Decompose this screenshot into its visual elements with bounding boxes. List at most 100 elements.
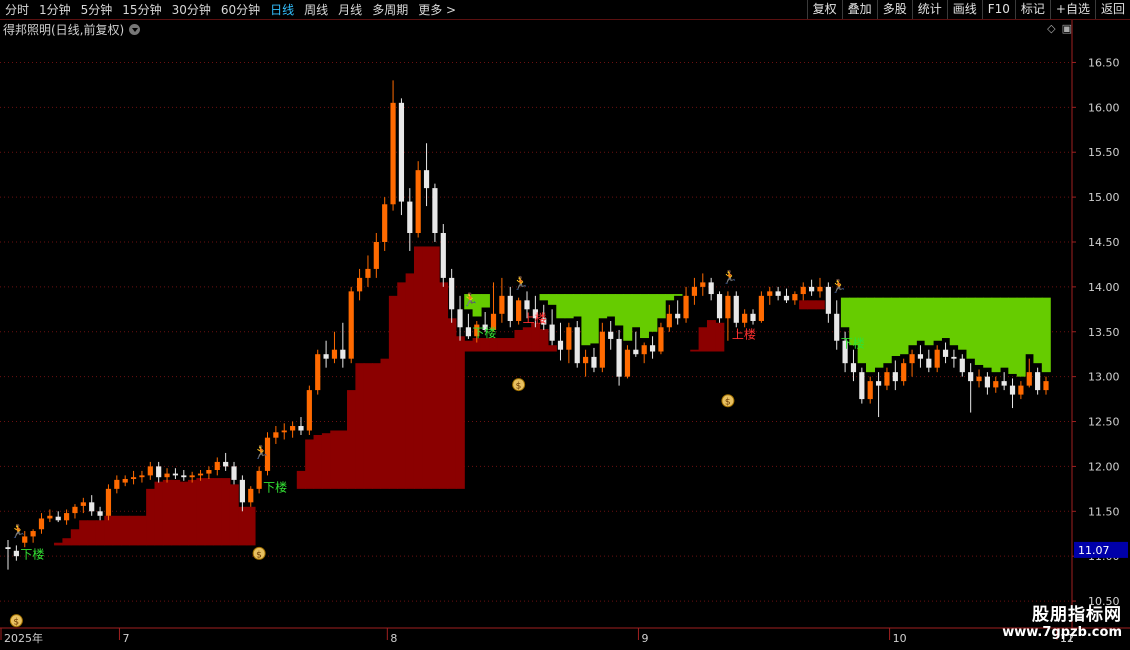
resistance-zone-bar bbox=[941, 297, 951, 339]
support-zone-bar bbox=[321, 433, 331, 489]
resistance-zone-bar bbox=[983, 297, 993, 368]
signal-label: 下楼 bbox=[841, 336, 865, 351]
candle-body bbox=[407, 201, 413, 234]
candle-body bbox=[616, 338, 622, 377]
candle-body bbox=[306, 390, 312, 431]
candle-body bbox=[457, 309, 463, 328]
candle-body bbox=[716, 294, 723, 319]
candle-body bbox=[608, 331, 614, 339]
support-zone-bar bbox=[238, 506, 248, 546]
y-tick-label: 11.50 bbox=[1088, 505, 1120, 518]
resistance-zone-bar bbox=[564, 294, 574, 319]
resistance-zone-bar bbox=[589, 294, 599, 344]
candle-body bbox=[817, 286, 823, 292]
candle-body bbox=[13, 550, 19, 557]
candle-body bbox=[942, 349, 949, 357]
candle-body bbox=[641, 345, 647, 355]
candle-body bbox=[231, 466, 237, 480]
candle-body bbox=[850, 363, 857, 373]
candle-body bbox=[181, 475, 187, 478]
support-zone-bar bbox=[413, 246, 423, 489]
resistance-zone-bar bbox=[949, 297, 959, 346]
candle-body bbox=[599, 331, 605, 368]
candle-body bbox=[666, 313, 672, 328]
signal-label: 下楼 bbox=[20, 547, 44, 562]
runner-icon: 🏃 bbox=[253, 444, 269, 460]
resistance-zone-bar bbox=[539, 294, 549, 301]
resistance-zone-bar bbox=[480, 294, 490, 308]
resistance-zone-bar bbox=[623, 294, 633, 341]
y-tick-label: 14.50 bbox=[1088, 236, 1120, 249]
watermark-title: 股朋指标网 bbox=[1032, 605, 1122, 625]
resistance-zone-bar bbox=[974, 297, 984, 365]
support-zone-bar bbox=[87, 520, 97, 546]
resistance-zone-bar bbox=[573, 294, 583, 317]
resistance-zone-bar bbox=[1025, 297, 1035, 355]
support-zone-bar bbox=[121, 515, 130, 546]
resistance-zone-bar bbox=[665, 294, 675, 301]
candle-body bbox=[331, 349, 338, 359]
candle-body bbox=[884, 372, 890, 386]
candle-body bbox=[214, 461, 220, 471]
candle-body bbox=[340, 349, 346, 359]
candle-body bbox=[901, 363, 907, 382]
candle-body bbox=[758, 295, 764, 321]
resistance-zone-bar bbox=[932, 297, 942, 341]
candle-body bbox=[591, 356, 597, 368]
resistance-zone-bar bbox=[899, 297, 909, 355]
resistance-zone-bar bbox=[673, 294, 683, 296]
support-zone-bar bbox=[171, 479, 181, 546]
support-zone-bar bbox=[439, 282, 449, 489]
candle-body bbox=[792, 294, 798, 301]
money-bag-icon-label: $ bbox=[13, 618, 19, 628]
candle-body bbox=[926, 358, 932, 368]
support-zone-bar bbox=[70, 529, 80, 546]
support-zone-bar bbox=[522, 327, 532, 352]
support-zone-bar bbox=[497, 338, 507, 352]
support-zone-bar bbox=[154, 481, 164, 546]
support-zone-bar bbox=[514, 329, 524, 352]
support-zone-bar bbox=[539, 329, 549, 352]
support-zone-bar bbox=[204, 478, 214, 546]
support-zone-bar bbox=[347, 390, 356, 489]
candle-body bbox=[189, 475, 195, 478]
candle-body bbox=[1001, 381, 1007, 386]
resistance-zone-bar bbox=[547, 294, 557, 305]
candle-body bbox=[859, 372, 865, 400]
candlestick-chart[interactable]: 16.50 16.00 15.50 15.00 14.50 14.00 13.50 13.00… bbox=[0, 0, 1130, 650]
candle-body bbox=[30, 531, 36, 537]
resistance-zone-bar bbox=[966, 297, 976, 359]
candle-body bbox=[348, 291, 354, 359]
support-zone-bar bbox=[447, 318, 457, 489]
candle-body bbox=[557, 340, 564, 350]
candle-body bbox=[566, 327, 572, 350]
candle-body bbox=[959, 358, 965, 373]
candle-body bbox=[783, 295, 790, 301]
resistance-zone-bar bbox=[866, 297, 875, 373]
runner-icon: 🏃 bbox=[462, 292, 478, 308]
candle-body bbox=[800, 286, 806, 295]
support-zone-bar bbox=[62, 538, 72, 546]
candle-body bbox=[951, 356, 957, 359]
candle-body bbox=[38, 518, 45, 530]
support-zone-bar bbox=[480, 338, 490, 352]
candle-body bbox=[775, 291, 781, 296]
money-bag-icon-label: $ bbox=[256, 550, 262, 560]
support-zone-bar bbox=[221, 478, 231, 546]
candle-body bbox=[139, 475, 145, 478]
support-zone-bar bbox=[363, 363, 373, 489]
y-tick-label: 13.00 bbox=[1088, 371, 1120, 384]
candle-body bbox=[875, 381, 882, 386]
candle-body bbox=[415, 170, 421, 234]
support-zone-bar bbox=[388, 295, 398, 489]
x-tick-label: 8 bbox=[390, 632, 397, 645]
candle-body bbox=[909, 354, 915, 364]
candle-body bbox=[248, 488, 254, 503]
x-tick-label: 7 bbox=[122, 632, 129, 645]
candle-body bbox=[432, 188, 438, 234]
resistance-zone-bar bbox=[656, 294, 666, 319]
support-zone-bar bbox=[380, 358, 390, 489]
y-tick-label: 16.00 bbox=[1088, 101, 1120, 114]
candle-body bbox=[130, 477, 137, 479]
candle-body bbox=[323, 354, 329, 359]
